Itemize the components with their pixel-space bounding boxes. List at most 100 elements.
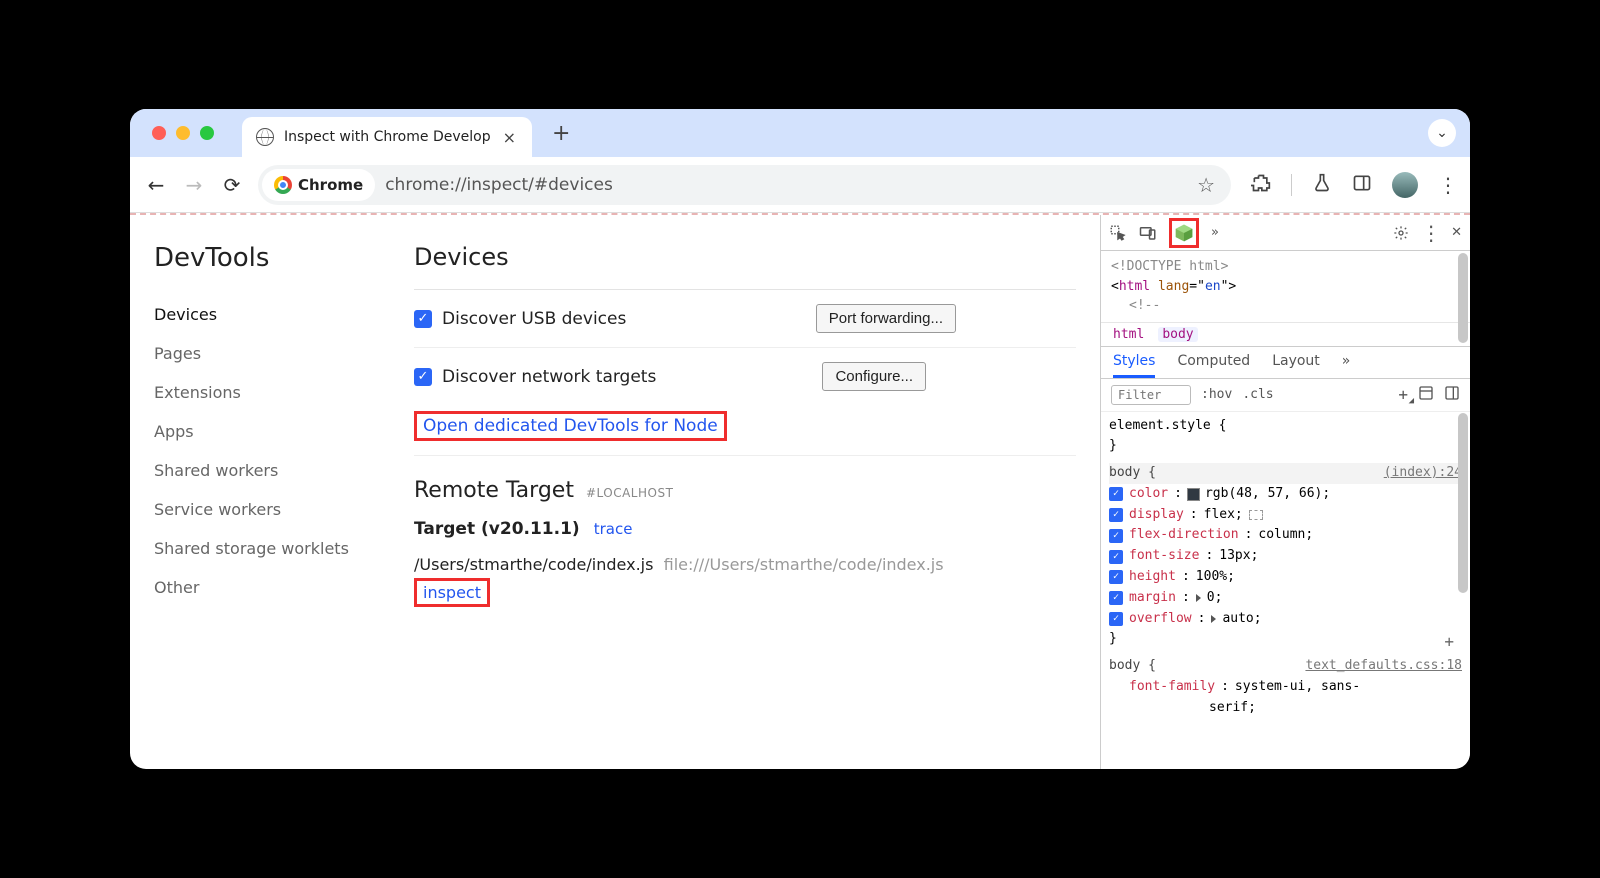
new-tab-button[interactable]: + [552, 121, 570, 146]
prop-font-family[interactable]: font-family: system-ui, sans- [1109, 677, 1462, 698]
rule-source-link[interactable]: text_defaults.css:18 [1305, 656, 1462, 677]
tab-styles[interactable]: Styles [1113, 353, 1155, 378]
add-property-icon[interactable]: + [1444, 629, 1454, 655]
breadcrumb-body[interactable]: body [1158, 327, 1197, 342]
tab-close-icon[interactable]: × [501, 128, 518, 147]
toolbar: ← → ⟳ Chrome chrome://inspect/#devices ☆ [130, 157, 1470, 213]
scroll-thumb[interactable] [1458, 253, 1468, 343]
sidebar-item-apps[interactable]: Apps [154, 412, 384, 451]
extensions-icon[interactable] [1251, 173, 1271, 197]
expand-icon[interactable] [1211, 615, 1216, 623]
devtools-close-icon[interactable]: ✕ [1451, 225, 1462, 240]
dom-tree[interactable]: <!DOCTYPE html> <html lang="en"> <!-- [1101, 251, 1470, 322]
tab-overflow-icon[interactable]: » [1342, 353, 1351, 378]
sidebar-item-pages[interactable]: Pages [154, 334, 384, 373]
node-devtools-link[interactable]: Open dedicated DevTools for Node [423, 416, 718, 436]
prop-toggle[interactable]: ✓ [1109, 550, 1123, 564]
styles-filter-input[interactable] [1111, 385, 1191, 405]
scroll-thumb[interactable] [1458, 413, 1468, 593]
prop-toggle[interactable]: ✓ [1109, 529, 1123, 543]
prop-toggle[interactable]: ✓ [1109, 612, 1123, 626]
dom-doctype: <!DOCTYPE html> [1111, 257, 1460, 277]
prop-overflow[interactable]: ✓ overflow: auto; [1109, 609, 1462, 630]
globe-icon [256, 128, 274, 146]
flex-badge-icon[interactable] [1249, 510, 1263, 520]
section-heading-remote: Remote Target [414, 478, 574, 503]
settings-icon[interactable] [1393, 225, 1409, 241]
omnibox[interactable]: Chrome chrome://inspect/#devices ☆ [258, 165, 1231, 205]
style-rules[interactable]: element.style { } body { (index):24 ✓ co… [1101, 412, 1470, 723]
node-icon[interactable] [1174, 223, 1194, 243]
toggle-common-icon[interactable] [1418, 385, 1434, 405]
dom-breadcrumbs: html body [1101, 322, 1470, 346]
sidebar-item-shared-storage-worklets[interactable]: Shared storage worklets [154, 529, 384, 568]
window-maximize-icon[interactable] [200, 126, 214, 140]
browser-tab[interactable]: Inspect with Chrome Develop × [242, 117, 532, 157]
remote-tag: #LOCALHOST [586, 486, 673, 500]
styles-tabstrip: Styles Computed Layout » [1101, 346, 1470, 379]
breadcrumb-html[interactable]: html [1113, 327, 1144, 342]
rule-selector-body-2[interactable]: body { [1109, 656, 1156, 677]
forward-button[interactable]: → [182, 173, 206, 197]
target-url: file:///Users/stmarthe/code/index.js [664, 555, 944, 574]
prop-toggle[interactable]: ✓ [1109, 487, 1123, 501]
tab-computed[interactable]: Computed [1177, 353, 1250, 378]
tab-title: Inspect with Chrome Develop [284, 129, 491, 145]
target-path: /Users/stmarthe/code/index.js [414, 555, 653, 574]
usb-checkbox[interactable]: ✓ [414, 310, 432, 328]
sidebar-item-service-workers[interactable]: Service workers [154, 490, 384, 529]
prop-flex-direction[interactable]: ✓ flex-direction: column; [1109, 525, 1462, 546]
prop-display[interactable]: ✓ display: flex; [1109, 505, 1462, 526]
window-close-icon[interactable] [152, 126, 166, 140]
device-toggle-icon[interactable] [1139, 224, 1157, 242]
prop-toggle[interactable]: ✓ [1109, 570, 1123, 584]
sidebar-item-extensions[interactable]: Extensions [154, 373, 384, 412]
site-chip-label: Chrome [298, 176, 363, 194]
page-title: DevTools [154, 243, 384, 273]
port-forwarding-button[interactable]: Port forwarding... [816, 304, 956, 333]
star-icon[interactable]: ☆ [1197, 173, 1215, 197]
tabs-dropdown-button[interactable]: ⌄ [1428, 119, 1456, 147]
trace-link[interactable]: trace [594, 520, 633, 538]
prop-toggle[interactable]: ✓ [1109, 508, 1123, 522]
prop-font-family-cont: serif; [1109, 698, 1462, 719]
chrome-menu-icon[interactable]: ⋮ [1438, 173, 1456, 197]
sidebar-item-shared-workers[interactable]: Shared workers [154, 451, 384, 490]
rule-selector-body[interactable]: body { [1109, 463, 1156, 484]
site-chip[interactable]: Chrome [262, 169, 375, 201]
devtools-scrollbar[interactable] [1456, 253, 1470, 769]
prop-color[interactable]: ✓ color: rgb(48, 57, 66); [1109, 484, 1462, 505]
panel-overflow-icon[interactable]: » [1211, 225, 1219, 240]
new-style-rule-icon[interactable]: +◢ [1398, 385, 1408, 404]
side-panel-icon[interactable] [1352, 173, 1372, 197]
tab-layout[interactable]: Layout [1272, 353, 1320, 378]
inspect-element-icon[interactable] [1109, 224, 1127, 242]
sidebar-item-devices[interactable]: Devices [130, 295, 384, 334]
labs-icon[interactable] [1312, 173, 1332, 197]
hov-toggle[interactable]: :hov [1201, 387, 1232, 402]
profile-avatar[interactable] [1392, 172, 1418, 198]
rule-element-style[interactable]: element.style { [1109, 416, 1462, 437]
cls-toggle[interactable]: .cls [1242, 387, 1273, 402]
network-checkbox[interactable]: ✓ [414, 368, 432, 386]
chrome-logo-icon [274, 176, 292, 194]
prop-margin[interactable]: ✓ margin: 0; [1109, 588, 1462, 609]
target-name: Target (v20.11.1) [414, 519, 580, 539]
window-minimize-icon[interactable] [176, 126, 190, 140]
reload-button[interactable]: ⟳ [220, 173, 244, 197]
dom-html-element[interactable]: <html lang="en"> [1111, 277, 1460, 297]
prop-toggle[interactable]: ✓ [1109, 591, 1123, 605]
back-button[interactable]: ← [144, 173, 168, 197]
prop-height[interactable]: ✓ height: 100%; [1109, 567, 1462, 588]
window-controls [152, 126, 214, 140]
sidebar-item-other[interactable]: Other [154, 568, 384, 607]
expand-icon[interactable] [1196, 594, 1201, 602]
prop-font-size[interactable]: ✓ font-size: 13px; [1109, 546, 1462, 567]
inspect-link[interactable]: inspect [423, 583, 481, 602]
devtools-panel: » ⋮ ✕ <!DOCTYPE html> <html lang="en"> <… [1100, 215, 1470, 769]
color-swatch-icon[interactable] [1188, 489, 1199, 500]
separator [1291, 174, 1292, 196]
rule-source-link[interactable]: (index):24 [1384, 463, 1462, 484]
devtools-menu-icon[interactable]: ⋮ [1421, 221, 1439, 245]
configure-button[interactable]: Configure... [822, 362, 926, 391]
